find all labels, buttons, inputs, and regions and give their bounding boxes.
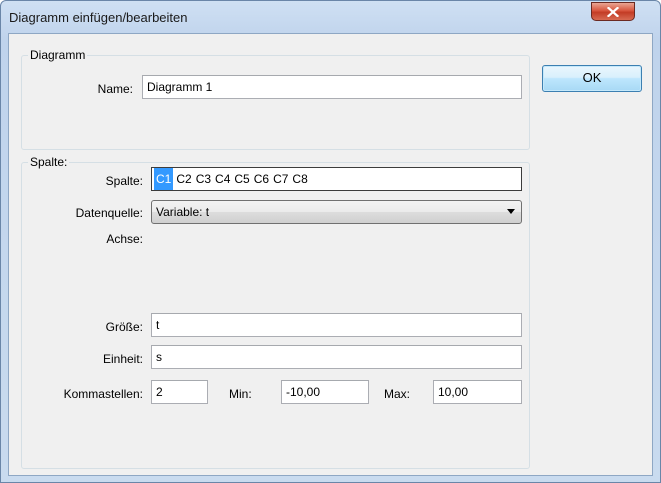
datasource-label: Datenquelle: xyxy=(75,206,143,220)
close-button[interactable] xyxy=(591,2,635,21)
spalte-label: Spalte: xyxy=(105,174,143,188)
size-label: Größe: xyxy=(105,320,143,334)
datasource-select[interactable]: Variable: t xyxy=(151,200,522,224)
column-token-c7[interactable]: C7 xyxy=(273,168,288,190)
column-selector-field[interactable]: C1 C2 C3 C4 C5 C6 C7 C8 xyxy=(151,167,522,191)
column-token-c1[interactable]: C1 xyxy=(154,168,174,190)
min-label: Min: xyxy=(229,387,252,401)
close-icon xyxy=(607,6,619,17)
column-token-c2[interactable]: C2 xyxy=(176,168,191,190)
column-token-c8[interactable]: C8 xyxy=(292,168,307,190)
chevron-down-icon xyxy=(507,209,515,214)
diagram-group: Diagramm xyxy=(21,48,530,150)
name-input[interactable]: Diagramm 1 xyxy=(142,75,522,99)
axis-label: Achse: xyxy=(106,232,143,246)
column-group-title: Spalte: xyxy=(28,155,70,169)
decimals-label: Kommastellen: xyxy=(63,387,143,401)
unit-label: Einheit: xyxy=(102,352,143,366)
datasource-value: Variable: t xyxy=(156,205,210,219)
column-token-c4[interactable]: C4 xyxy=(215,168,230,190)
column-token-c5[interactable]: C5 xyxy=(234,168,249,190)
column-token-c3[interactable]: C3 xyxy=(196,168,211,190)
name-label: Name: xyxy=(97,82,133,96)
diagram-group-title: Diagramm xyxy=(28,48,88,62)
max-label: Max: xyxy=(384,387,411,401)
dialog-client-area: Diagramm Name: Diagramm 1 OK Spalte: Spa… xyxy=(8,33,653,476)
decimals-input[interactable]: 2 xyxy=(151,380,208,404)
ok-button[interactable]: OK xyxy=(542,65,642,92)
max-input[interactable]: 10,00 xyxy=(433,380,522,404)
size-input[interactable]: t xyxy=(151,313,522,337)
min-input[interactable]: -10,00 xyxy=(281,380,369,404)
unit-input[interactable]: s xyxy=(151,345,522,369)
title-bar[interactable]: Diagramm einfügen/bearbeiten xyxy=(1,1,660,33)
dialog-window: Diagramm einfügen/bearbeiten Diagramm Na… xyxy=(0,0,661,483)
window-title: Diagramm einfügen/bearbeiten xyxy=(9,10,188,25)
column-token-c6[interactable]: C6 xyxy=(254,168,269,190)
